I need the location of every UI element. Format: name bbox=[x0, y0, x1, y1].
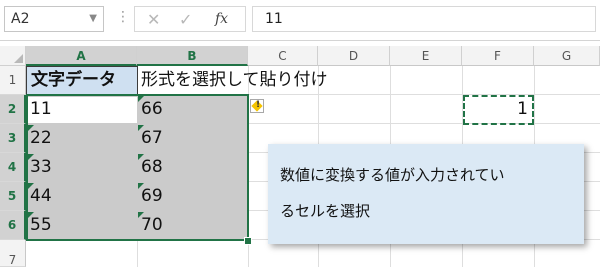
error-checking-button[interactable]: ! bbox=[250, 99, 264, 113]
check-icon[interactable]: ✓ bbox=[179, 10, 192, 29]
column-header-g[interactable]: G bbox=[534, 46, 600, 66]
formula-bar: A2 ▼ ⋮ ✕ ✓ fx 11 bbox=[0, 0, 600, 41]
formula-value: 11 bbox=[265, 11, 283, 27]
worksheet-grid: A B C D E F G 1 2 3 4 5 6 7 文字データ 形式を選択し… bbox=[0, 46, 600, 267]
column-header-a[interactable]: A bbox=[26, 46, 137, 66]
callout-text-line-1: 数値に変換する値が入力されてい bbox=[280, 166, 505, 184]
instruction-callout: 数値に変換する値が入力されてい るセルを選択 bbox=[268, 144, 584, 244]
row-header-7[interactable]: 7 bbox=[0, 240, 26, 267]
chevron-down-icon[interactable]: ▼ bbox=[89, 13, 97, 24]
callout-text-line-2: るセルを選択 bbox=[280, 202, 371, 220]
exclamation-icon: ! bbox=[256, 100, 261, 110]
insert-function-icon[interactable]: fx bbox=[215, 11, 228, 27]
name-box-value: A2 bbox=[11, 11, 30, 27]
column-header-b[interactable]: B bbox=[137, 46, 248, 66]
spreadsheet-app: A2 ▼ ⋮ ✕ ✓ fx 11 A B C D E F G 1 2 3 4 5… bbox=[0, 0, 600, 267]
formula-buttons: ✕ ✓ fx bbox=[134, 6, 246, 32]
formula-input[interactable]: 11 bbox=[252, 6, 596, 32]
selection-border bbox=[26, 94, 249, 241]
select-all-button[interactable] bbox=[0, 46, 26, 66]
row-header-5[interactable]: 5 bbox=[0, 182, 26, 211]
cell-f2[interactable]: 1 bbox=[463, 95, 534, 124]
cell-a1[interactable]: 文字データ bbox=[26, 66, 138, 95]
select-all-icon bbox=[14, 54, 23, 63]
cancel-icon[interactable]: ✕ bbox=[147, 10, 160, 29]
row-header-2[interactable]: 2 bbox=[0, 95, 26, 124]
row-header-4[interactable]: 4 bbox=[0, 153, 26, 182]
row-header-6[interactable]: 6 bbox=[0, 211, 26, 240]
column-header-c[interactable]: C bbox=[248, 46, 318, 66]
fill-handle[interactable] bbox=[244, 237, 252, 245]
more-options-icon[interactable]: ⋮ bbox=[116, 9, 130, 25]
column-header-d[interactable]: D bbox=[318, 46, 390, 66]
row-header-1[interactable]: 1 bbox=[0, 66, 26, 95]
name-box[interactable]: A2 ▼ bbox=[4, 6, 104, 32]
row-header-3[interactable]: 3 bbox=[0, 124, 26, 153]
cell-b1[interactable]: 形式を選択して貼り付け bbox=[137, 66, 328, 95]
column-header-f[interactable]: F bbox=[462, 46, 534, 66]
column-header-e[interactable]: E bbox=[390, 46, 462, 66]
